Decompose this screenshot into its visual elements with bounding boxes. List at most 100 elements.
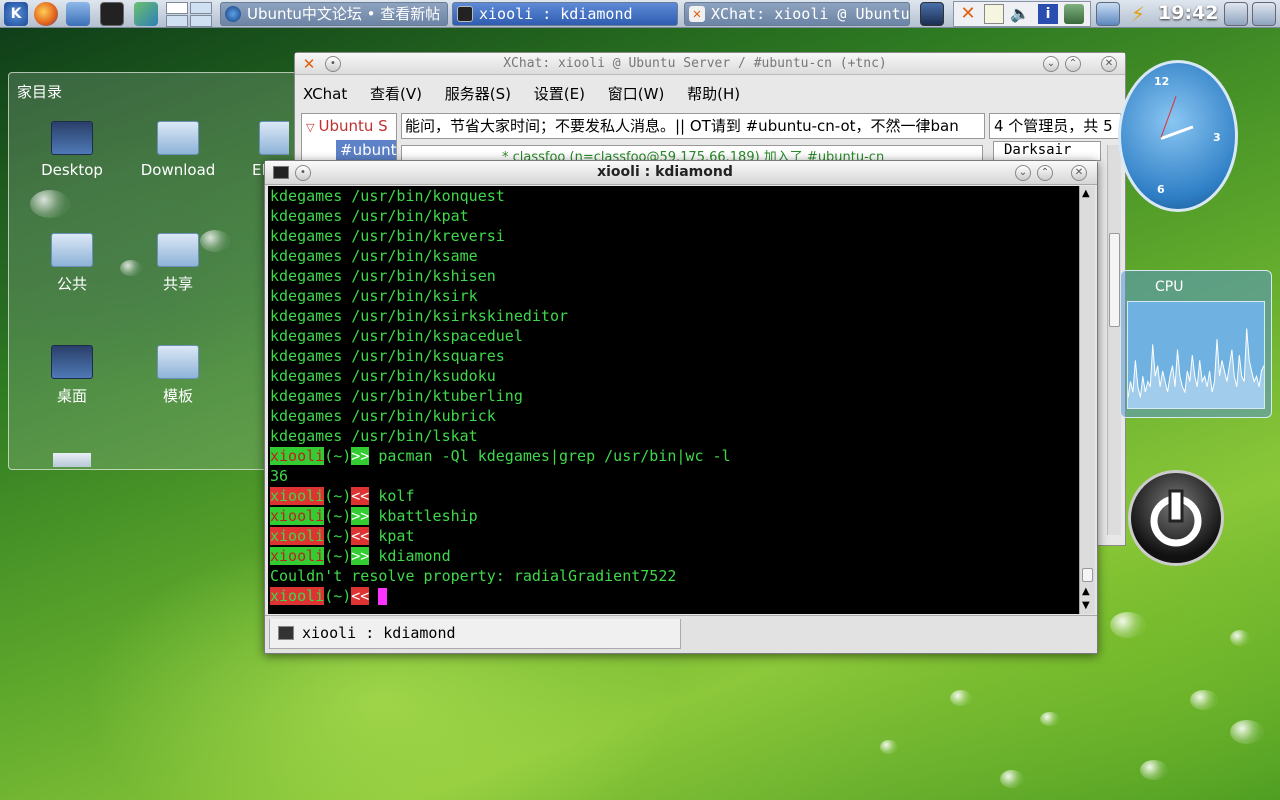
cpu-load-area bbox=[1128, 328, 1264, 408]
clock-number-3: 3 bbox=[1213, 131, 1221, 144]
terminal-maximize-button[interactable]: ⌃ bbox=[1037, 165, 1053, 181]
xchat-scroll-thumb[interactable] bbox=[1109, 233, 1120, 327]
tree-server-item[interactable]: ▽ Ubuntu S bbox=[302, 114, 396, 140]
task-terminal[interactable]: xiooli : kdiamond bbox=[452, 2, 678, 26]
chevron-down-icon: ▽ bbox=[306, 121, 315, 134]
templates-folder[interactable]: 模板 bbox=[133, 345, 223, 406]
water-drop bbox=[1000, 770, 1024, 788]
partial-item-icon[interactable] bbox=[53, 453, 91, 467]
volume-icon[interactable]: 🔈 bbox=[1010, 4, 1030, 24]
xchat-minimize-button[interactable]: ⌄ bbox=[1043, 56, 1059, 72]
file-manager-icon[interactable] bbox=[66, 2, 90, 26]
scroll-up-icon[interactable]: ▲ bbox=[1082, 188, 1090, 199]
network-icon[interactable] bbox=[1064, 4, 1084, 24]
xchat-icon: ✕ bbox=[689, 6, 705, 22]
xchat-scrollbar[interactable] bbox=[1107, 145, 1121, 535]
public-folder[interactable]: 公共 bbox=[27, 233, 117, 294]
prompt-dir: (~) bbox=[324, 587, 352, 605]
xchat-close-button[interactable]: ✕ bbox=[1101, 56, 1117, 72]
kde-menu-icon[interactable]: K bbox=[4, 2, 28, 26]
menu-help[interactable]: 帮助(H) bbox=[687, 85, 740, 103]
scroll-up-icon[interactable]: ▲ bbox=[1082, 586, 1090, 597]
shared-folder[interactable]: 共享 bbox=[133, 233, 223, 294]
terminal-line: Couldn't resolve property: radialGradien… bbox=[270, 567, 677, 585]
menu-settings[interactable]: 设置(E) bbox=[534, 85, 585, 103]
task-xchat[interactable]: ✕ XChat: xiooli @ Ubuntu bbox=[684, 2, 910, 26]
monitor-icon[interactable] bbox=[920, 2, 944, 26]
task-browser-label: Ubuntu中文论坛 • 查看新帖 bbox=[247, 5, 441, 23]
user-count: 4 个管理员，共 5 bbox=[989, 113, 1121, 139]
terminal-app-icon[interactable] bbox=[273, 166, 289, 179]
command-text: kdiamond bbox=[369, 547, 451, 565]
folder-label: 桌面 bbox=[56, 387, 87, 405]
water-drop bbox=[1140, 760, 1168, 780]
desktop-tool-icon[interactable] bbox=[134, 2, 158, 26]
firefox-icon[interactable] bbox=[34, 2, 58, 26]
download-folder[interactable]: Download bbox=[133, 121, 223, 179]
channel-topic[interactable]: 能问，节省大家时间；不要发私人消息。|| OT请到 #ubuntu-cn-ot，… bbox=[401, 113, 985, 139]
clock-hand-icon bbox=[1160, 125, 1194, 140]
terminal-launcher-icon[interactable] bbox=[100, 2, 124, 26]
analog-clock-widget[interactable]: 12 3 6 bbox=[1118, 60, 1238, 212]
task-xchat-label: XChat: xiooli @ Ubuntu bbox=[711, 5, 910, 23]
xchat-maximize-button[interactable]: ⌃ bbox=[1065, 56, 1081, 72]
taskbar-clock[interactable]: 19:42 bbox=[1158, 2, 1220, 26]
xchat-sticky-button[interactable]: • bbox=[325, 56, 341, 72]
prompt-arrow: << bbox=[351, 527, 370, 545]
terminal-output[interactable]: kdegames /usr/bin/konquest kdegames /usr… bbox=[268, 186, 1082, 614]
terminal-line: kdegames /usr/bin/lskat bbox=[270, 427, 478, 445]
terminal-tab[interactable]: xiooli : kdiamond bbox=[269, 619, 681, 649]
tree-channel-label: #ubunt bbox=[340, 141, 397, 159]
browser-icon bbox=[225, 6, 241, 22]
terminal-line: kdegames /usr/bin/kubrick bbox=[270, 407, 496, 425]
xchat-titlebar[interactable]: ✕ • XChat: xiooli @ Ubuntu Server / #ubu… bbox=[295, 53, 1125, 75]
menu-window[interactable]: 窗口(W) bbox=[608, 85, 665, 103]
clipboard-icon[interactable] bbox=[984, 4, 1004, 24]
prompt-line: xiooli(~)>> kdiamond bbox=[268, 546, 1082, 566]
folder-icon bbox=[157, 345, 199, 379]
terminal-minimize-button[interactable]: ⌄ bbox=[1015, 165, 1031, 181]
prompt-line: xiooli(~)<< bbox=[268, 586, 1082, 606]
terminal-line: kdegames /usr/bin/ksame bbox=[270, 247, 478, 265]
info-icon[interactable]: i bbox=[1038, 4, 1058, 24]
terminal-icon bbox=[457, 6, 473, 22]
menu-xchat[interactable]: XChat bbox=[303, 85, 347, 103]
power-button[interactable] bbox=[1128, 470, 1224, 566]
pager-desktop-1[interactable] bbox=[166, 2, 188, 14]
nick-list-item[interactable]: Darksair bbox=[993, 141, 1101, 161]
cpu-graph bbox=[1127, 301, 1265, 409]
desktop-folder[interactable]: Desktop bbox=[27, 121, 117, 179]
pager-desktop-4[interactable] bbox=[190, 15, 212, 27]
terminal-line: kdegames /usr/bin/kpat bbox=[270, 207, 469, 225]
prompt-dir: (~) bbox=[324, 547, 352, 565]
terminal-titlebar[interactable]: • xiooli : kdiamond ⌄ ⌃ ✕ bbox=[265, 161, 1097, 185]
terminal-line: kdegames /usr/bin/kspaceduel bbox=[270, 327, 523, 345]
terminal-scroll-thumb[interactable] bbox=[1082, 568, 1093, 582]
cpu-monitor-widget[interactable]: CPU bbox=[1120, 270, 1272, 418]
prompt-line: xiooli(~)<< kolf bbox=[268, 486, 1082, 506]
scroll-down-icon[interactable]: ▼ bbox=[1082, 600, 1090, 611]
task-terminal-label: xiooli : kdiamond bbox=[479, 5, 633, 23]
terminal-sticky-button[interactable]: • bbox=[295, 165, 311, 181]
prompt-user: xiooli bbox=[270, 507, 325, 525]
desk-folder[interactable]: 桌面 bbox=[27, 345, 117, 406]
task-browser[interactable]: Ubuntu中文论坛 • 查看新帖 bbox=[220, 2, 448, 26]
command-text: pacman -Ql kdegames|grep /usr/bin|wc -l bbox=[369, 447, 731, 465]
power-status-icon[interactable]: ⚡ bbox=[1126, 2, 1150, 26]
xchat-tray-icon[interactable]: ✕ bbox=[958, 4, 978, 24]
tree-channel-item[interactable]: #ubunt bbox=[336, 140, 397, 160]
folder-label: Desktop bbox=[41, 161, 103, 179]
lock-screen-icon[interactable] bbox=[1224, 2, 1248, 26]
logout-icon[interactable] bbox=[1252, 2, 1276, 26]
folder-icon bbox=[51, 233, 93, 267]
pager-desktop-2[interactable] bbox=[190, 2, 212, 14]
terminal-close-button[interactable]: ✕ bbox=[1071, 165, 1087, 181]
pager-desktop-3[interactable] bbox=[166, 15, 188, 27]
xchat-app-icon[interactable]: ✕ bbox=[301, 56, 317, 72]
display-icon[interactable] bbox=[1096, 2, 1120, 26]
terminal-line: kdegames /usr/bin/ktuberling bbox=[270, 387, 523, 405]
prompt-arrow: << bbox=[351, 487, 370, 505]
terminal-scrollbar[interactable]: ▲ ▲ ▼ bbox=[1079, 186, 1095, 614]
menu-view[interactable]: 查看(V) bbox=[370, 85, 422, 103]
menu-server[interactable]: 服务器(S) bbox=[445, 85, 511, 103]
